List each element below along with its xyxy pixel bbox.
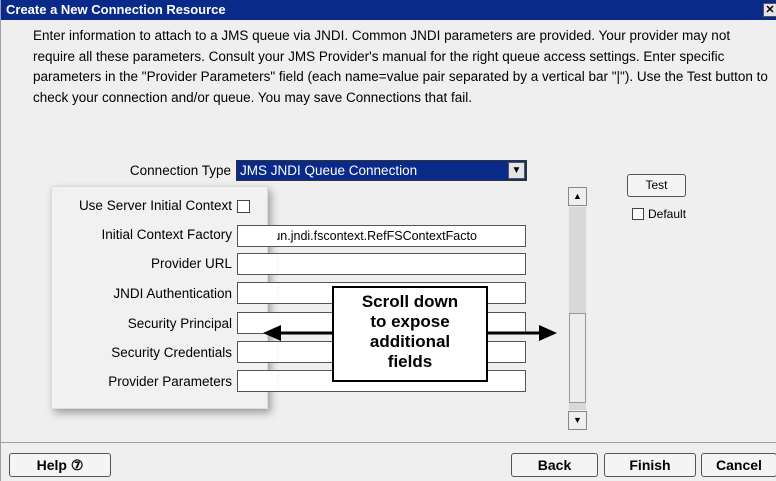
connection-dialog: Create a New Connection Resource ✕ Enter… [0,0,776,481]
finish-button[interactable]: Finish [604,453,696,477]
right-arrow-head [539,325,557,341]
help-button[interactable]: Help ⑦ [9,453,111,477]
default-label: Default [648,207,687,221]
fields-scrollbar[interactable]: ▲ ▼ [568,187,587,430]
scroll-down-icon[interactable]: ▼ [568,411,587,430]
annotation-line-2: to expose [370,312,450,331]
left-arrow-head [263,325,281,341]
annotation-arrows [263,325,557,341]
scroll-up-icon[interactable]: ▲ [568,187,587,206]
default-checkbox[interactable] [632,208,644,220]
annotation-line-1: Scroll down [361,292,459,311]
scroll-track[interactable] [569,207,586,410]
back-button[interactable]: Back [511,453,598,477]
annotation-line-3: additional [369,332,451,351]
scroll-thumb[interactable] [569,313,586,403]
footer-divider [1,442,776,443]
annotation-line-4: fields [387,352,433,371]
scroll-annotation: Scroll down to expose additional fields [332,286,488,382]
cancel-button[interactable]: Cancel [701,453,776,477]
test-button[interactable]: Test [627,174,686,197]
